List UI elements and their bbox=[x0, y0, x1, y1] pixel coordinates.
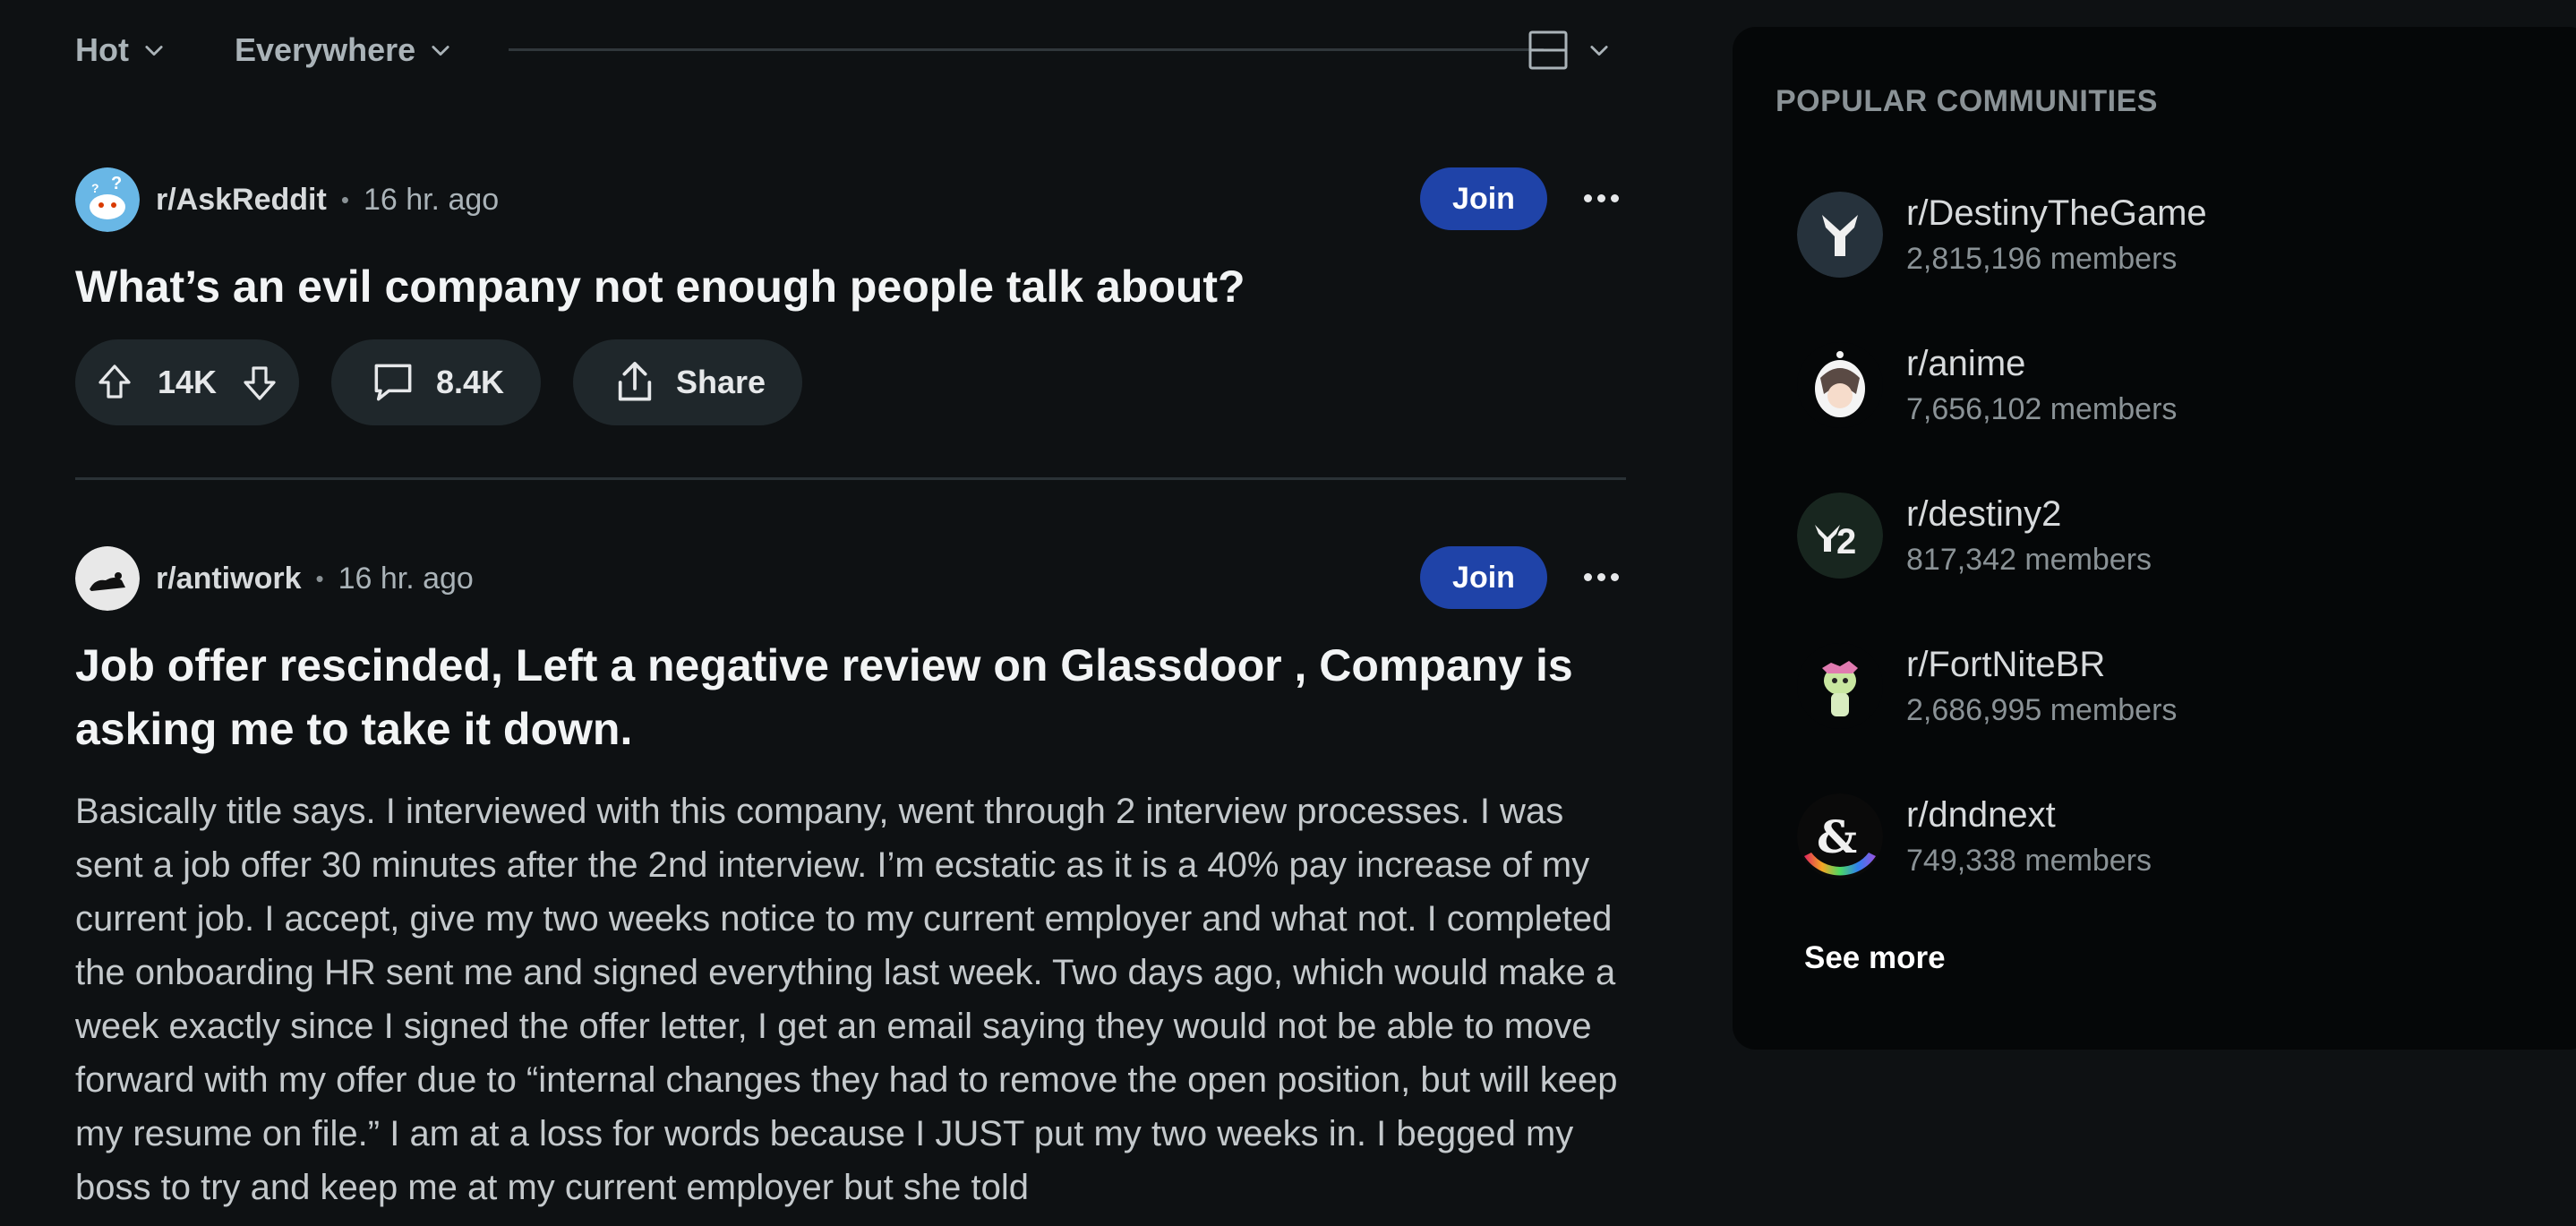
ellipsis-dot bbox=[1610, 572, 1619, 581]
svg-text:&: & bbox=[1817, 810, 1857, 863]
dnd-ampersand-icon: & bbox=[1797, 793, 1883, 879]
share-icon bbox=[618, 362, 652, 401]
destiny2-logo-icon: 2 bbox=[1797, 493, 1883, 579]
comment-icon bbox=[374, 364, 412, 401]
upvote-icon[interactable] bbox=[93, 361, 136, 404]
destiny-logo-icon bbox=[1797, 192, 1883, 278]
community-avatar bbox=[1797, 192, 1883, 278]
community-avatar bbox=[1797, 342, 1883, 428]
share-label: Share bbox=[675, 364, 766, 400]
antiwork-avatar-icon bbox=[75, 546, 140, 611]
popular-communities-panel: POPULAR COMMUNITIES r/DestinyTheGame 2,8… bbox=[1733, 27, 2576, 1050]
ellipsis-dot bbox=[1596, 193, 1605, 202]
ellipsis-dot bbox=[1596, 572, 1605, 581]
post-meta: r/antiwork • 16 hr. ago bbox=[75, 546, 474, 611]
share-button[interactable]: Share bbox=[573, 339, 802, 425]
location-label: Everywhere bbox=[235, 31, 416, 68]
subreddit-name[interactable]: r/AskReddit bbox=[156, 183, 327, 218]
community-item[interactable]: r/DestinyTheGame 2,815,196 members bbox=[1797, 192, 2531, 290]
vote-control: 14K bbox=[75, 339, 299, 425]
community-name: r/FortNiteBR bbox=[1906, 645, 2106, 684]
community-avatar: & bbox=[1797, 793, 1883, 879]
community-item[interactable]: r/FortNiteBR 2,686,995 members bbox=[1797, 643, 2531, 742]
community-members: 2,686,995 members bbox=[1906, 693, 2178, 727]
sort-dropdown[interactable]: Hot bbox=[75, 18, 167, 82]
comments-button[interactable]: 8.4K bbox=[331, 339, 541, 425]
community-avatar bbox=[1797, 643, 1883, 729]
community-name: r/destiny2 bbox=[1906, 494, 2062, 534]
subreddit-avatar[interactable] bbox=[75, 546, 140, 611]
sort-divider bbox=[509, 48, 1544, 51]
community-item[interactable]: 2 r/destiny2 817,342 members bbox=[1797, 493, 2531, 591]
meta-separator: • bbox=[315, 564, 324, 592]
post-time: 16 hr. ago bbox=[363, 182, 500, 217]
community-avatar: 2 bbox=[1797, 493, 1883, 579]
more-options-button[interactable] bbox=[1579, 176, 1622, 219]
chevron-down-icon bbox=[432, 46, 449, 56]
view-layout-button[interactable] bbox=[1528, 25, 1612, 75]
more-options-button[interactable] bbox=[1579, 555, 1622, 598]
post-title[interactable]: What’s an evil company not enough people… bbox=[75, 255, 1626, 319]
comment-count: 8.4K bbox=[435, 364, 505, 400]
svg-text:2: 2 bbox=[1836, 522, 1856, 562]
post-meta: ? ? r/AskReddit • 16 hr. ago bbox=[75, 167, 499, 232]
ellipsis-icon bbox=[1583, 193, 1592, 202]
community-item[interactable]: & r/dndnext 749,338 members bbox=[1797, 793, 2531, 892]
community-name: r/DestinyTheGame bbox=[1906, 193, 2207, 233]
community-name: r/anime bbox=[1906, 344, 2026, 383]
see-more-link[interactable]: See more bbox=[1804, 940, 1946, 976]
subreddit-name[interactable]: r/antiwork bbox=[156, 562, 301, 596]
post-body: Basically title says. I interviewed with… bbox=[75, 792, 1618, 1207]
ellipsis-icon bbox=[1583, 572, 1592, 581]
svg-text:?: ? bbox=[91, 181, 99, 195]
community-name: r/dndnext bbox=[1906, 795, 2056, 835]
card-layout-icon bbox=[1528, 30, 1568, 70]
meta-separator: • bbox=[340, 185, 349, 213]
vote-count: 14K bbox=[157, 364, 218, 400]
chevron-down-icon bbox=[145, 46, 163, 56]
post-time: 16 hr. ago bbox=[338, 561, 474, 596]
chevron-down-icon bbox=[1590, 46, 1608, 56]
post-divider bbox=[75, 477, 1626, 480]
svg-text:?: ? bbox=[111, 174, 122, 193]
downvote-icon[interactable] bbox=[238, 361, 281, 404]
anime-avatar-icon bbox=[1797, 342, 1883, 428]
join-button[interactable]: Join bbox=[1420, 167, 1547, 230]
sort-label: Hot bbox=[75, 31, 129, 68]
community-members: 817,342 members bbox=[1906, 543, 2152, 577]
location-dropdown[interactable]: Everywhere bbox=[235, 18, 453, 82]
community-item[interactable]: r/anime 7,656,102 members bbox=[1797, 342, 2531, 441]
post-actions: 14K 8.4K Share bbox=[75, 339, 802, 425]
sidebar-title: POPULAR COMMUNITIES bbox=[1776, 84, 2158, 118]
join-button[interactable]: Join bbox=[1420, 546, 1547, 609]
post-title[interactable]: Job offer rescinded, Left a negative rev… bbox=[75, 634, 1626, 761]
ellipsis-dot bbox=[1610, 193, 1619, 202]
askreddit-avatar-icon: ? ? bbox=[75, 167, 140, 232]
subreddit-avatar[interactable]: ? ? bbox=[75, 167, 140, 232]
community-members: 7,656,102 members bbox=[1906, 392, 2178, 426]
community-members: 749,338 members bbox=[1906, 844, 2152, 878]
feed-sort-bar: Hot Everywhere bbox=[75, 18, 1626, 82]
fortnite-avatar-icon bbox=[1797, 643, 1883, 729]
community-members: 2,815,196 members bbox=[1906, 242, 2178, 276]
